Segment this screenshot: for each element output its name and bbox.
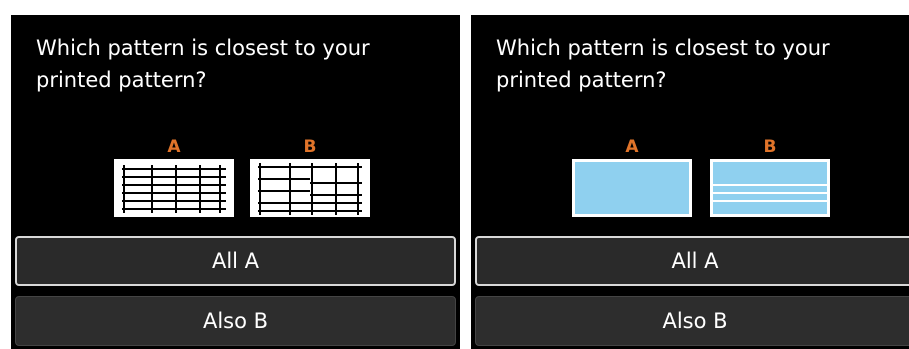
pattern-a-label: A: [167, 137, 181, 157]
pattern-choices: A B: [11, 137, 460, 231]
also-b-button[interactable]: Also B: [475, 296, 909, 346]
pattern-b[interactable]: B: [710, 137, 830, 217]
pattern-b-graphic: [710, 159, 830, 217]
pattern-a-label: A: [625, 137, 639, 157]
also-b-button-label: Also B: [662, 309, 728, 333]
also-b-button[interactable]: Also B: [15, 296, 456, 346]
question-text: Which pattern is closest to your printed…: [496, 36, 830, 92]
pattern-a[interactable]: A: [572, 137, 692, 217]
pattern-a[interactable]: A: [114, 137, 234, 217]
all-a-button-label: All A: [671, 249, 719, 273]
printer-screen-color-patterns: Which pattern is closest to your printed…: [471, 15, 909, 349]
all-a-button[interactable]: All A: [15, 236, 456, 286]
pattern-b-label: B: [763, 137, 777, 157]
all-a-button-label: All A: [211, 249, 260, 273]
pattern-a-graphic: [572, 159, 692, 217]
pattern-a-graphic: [114, 159, 234, 217]
also-b-button-label: Also B: [202, 309, 269, 333]
pattern-b-graphic: [250, 159, 370, 217]
question-text: Which pattern is closest to your printed…: [36, 36, 370, 92]
pattern-b-label: B: [303, 137, 317, 157]
pattern-b[interactable]: B: [250, 137, 370, 217]
pattern-choices: A B: [471, 137, 909, 231]
printer-screen-grid-patterns: Which pattern is closest to your printed…: [11, 15, 460, 349]
all-a-button[interactable]: All A: [475, 236, 909, 286]
